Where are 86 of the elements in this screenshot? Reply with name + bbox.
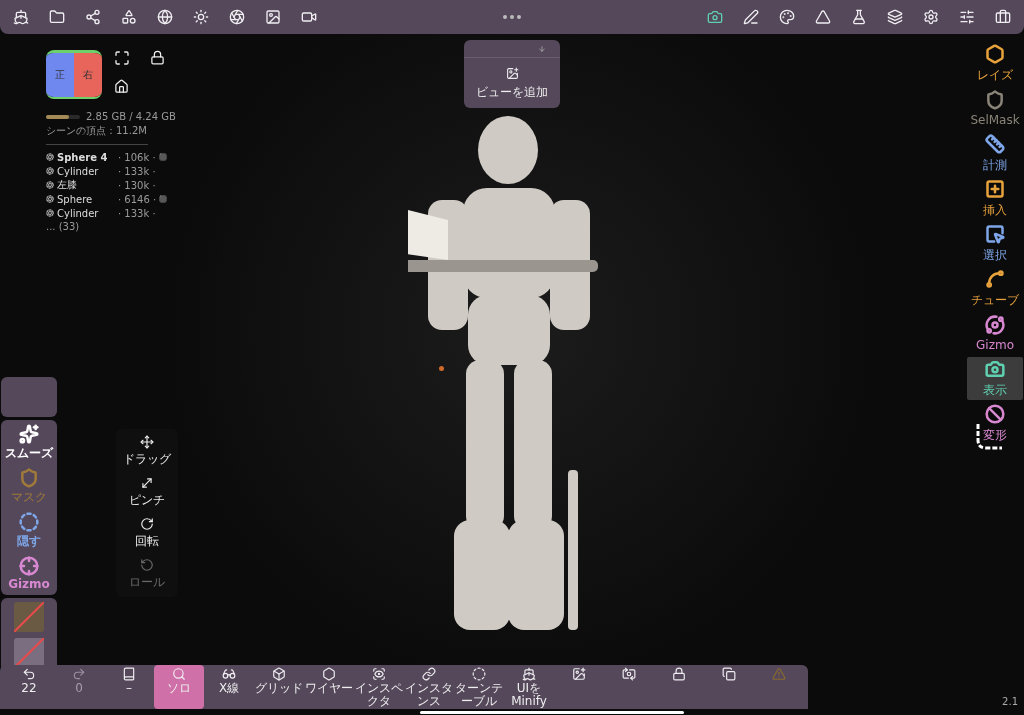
inspect-icon <box>372 667 386 681</box>
move-icon <box>140 435 154 449</box>
sidebar-tool[interactable]: レイズ <box>967 42 1023 85</box>
object-name[interactable]: Sphere 4 <box>57 151 115 163</box>
settings-icon <box>923 9 939 25</box>
lock-icon[interactable] <box>150 50 165 65</box>
tool-button[interactable]: スムーズ <box>5 424 53 462</box>
polygon-count: · 6146 · <box>118 193 157 205</box>
mesh-icon <box>46 167 54 175</box>
gesture-button[interactable]: 回転 <box>135 517 159 550</box>
sidebar-tool[interactable]: チューブ <box>967 267 1023 310</box>
view-cube[interactable]: 正 右 <box>46 50 102 99</box>
rotate-icon <box>140 558 154 572</box>
polygon-count: · 133k · <box>118 165 156 177</box>
object-name[interactable]: Sphere <box>57 193 115 205</box>
diagonal-arrow-icon <box>140 476 154 490</box>
material-swatch[interactable] <box>14 602 44 632</box>
sidebar-tool[interactable]: 選択 <box>967 222 1023 265</box>
gesture-button[interactable]: ピンチ <box>129 476 165 509</box>
folder-icon <box>49 9 65 25</box>
triangle-icon <box>815 9 831 25</box>
share-icon <box>85 9 101 25</box>
logo-icon <box>13 9 29 25</box>
polygon-count: · 130k · <box>118 179 156 191</box>
sliders-icon <box>959 9 975 25</box>
cube-face-label: 正 <box>46 53 74 97</box>
pen-icon <box>743 9 759 25</box>
toolbar-button[interactable]: – <box>104 665 154 709</box>
sun-icon <box>193 9 209 25</box>
toolbar-button[interactable]: ワイヤー <box>304 665 354 709</box>
toolbar-button[interactable]: グリッド <box>254 665 304 709</box>
mesh-icon <box>46 209 54 217</box>
undo-icon <box>22 667 36 681</box>
aperture-icon <box>229 9 245 25</box>
add-view-icon <box>505 67 519 80</box>
globe-icon <box>157 9 173 25</box>
gesture-button[interactable]: ドラッグ <box>123 435 171 468</box>
tool-button[interactable]: 隠す <box>17 512 41 550</box>
toolbox-icon <box>995 9 1011 25</box>
fullscreen-icon[interactable] <box>114 50 130 66</box>
link-icon <box>422 667 436 681</box>
pivot-dot <box>439 366 444 371</box>
mesh-icon <box>46 181 54 189</box>
toolbar-button[interactable]: 22 <box>4 665 54 709</box>
sidebar-tool[interactable]: SelMask <box>967 87 1023 130</box>
video-camera-icon <box>301 9 317 25</box>
material-swatch[interactable] <box>14 638 44 668</box>
polygon-count: · 133k · <box>118 207 156 219</box>
version-label: 2.1 <box>1002 696 1018 707</box>
mesh-icon <box>46 195 54 203</box>
sidebar-tool[interactable]: 挿入 <box>967 177 1023 220</box>
add-view-button[interactable]: ビューを追加 <box>470 66 554 102</box>
object-name[interactable]: 左膝 <box>57 178 115 192</box>
more-dots-icon[interactable] <box>503 15 521 19</box>
toolbar-button[interactable]: インスタンス <box>404 665 454 709</box>
toolbar-button[interactable]: UIをMinify <box>504 665 554 709</box>
empty-panel <box>1 377 57 417</box>
object-name[interactable]: Cylinder <box>57 165 115 177</box>
mesh-icon <box>46 153 54 161</box>
sidebar-tool[interactable]: Gizmo <box>967 312 1023 355</box>
toolbar-button[interactable]: X線 <box>204 665 254 709</box>
palette-icon <box>779 9 795 25</box>
redo-icon <box>72 667 86 681</box>
toolbar-button[interactable]: ターンテーブル <box>454 665 504 709</box>
glasses-icon <box>222 667 236 681</box>
sidebar-tool[interactable]: 変形 <box>967 402 1023 445</box>
book-icon <box>122 667 136 681</box>
cube-face-label: 右 <box>74 53 102 97</box>
sidebar-tool[interactable]: 表示 <box>967 357 1023 400</box>
sidebar-tool[interactable]: 計測 <box>967 132 1023 175</box>
object-name[interactable]: Cylinder <box>57 207 115 219</box>
image-icon <box>265 9 281 25</box>
more-objects[interactable]: ... (33) <box>46 221 200 232</box>
home-icon[interactable] <box>114 79 129 94</box>
down-arrow-icon[interactable] <box>538 44 546 53</box>
minify-icon <box>522 667 536 681</box>
search-icon <box>172 667 186 681</box>
shapes-icon <box>121 9 137 25</box>
memory-reading: 2.85 GB / 4.24 GB <box>86 111 176 122</box>
rotate-icon <box>140 517 154 531</box>
layers-icon <box>887 9 903 25</box>
vertex-count: シーンの頂点：11.2M <box>46 124 148 138</box>
toolbar-button[interactable]: インスペクタ <box>354 665 404 709</box>
flask-icon <box>851 9 867 25</box>
polygon-count: · 106k · <box>118 151 156 163</box>
camera-icon <box>707 9 723 25</box>
